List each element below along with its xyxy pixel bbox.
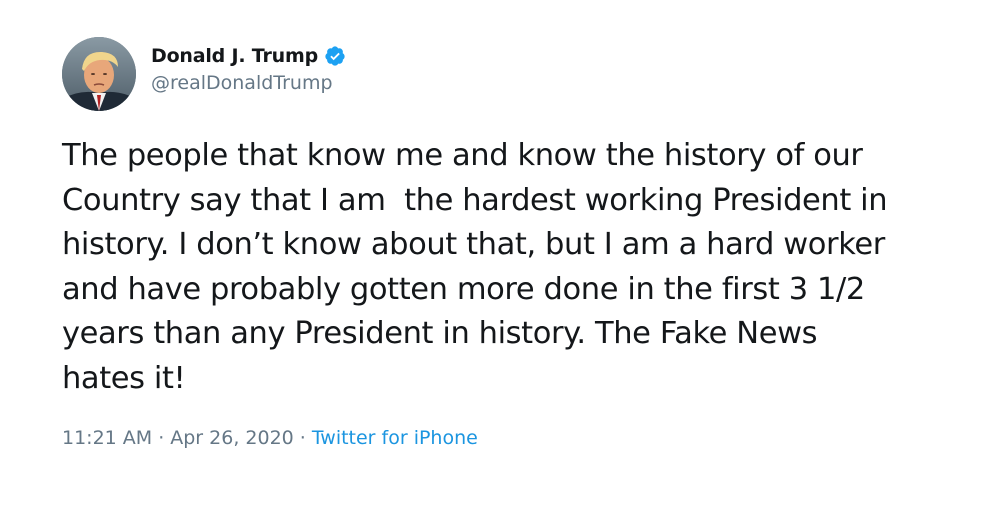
tweet-text: The people that know me and know the his…: [62, 138, 888, 396]
separator: ·: [158, 427, 165, 449]
user-info: Donald J. Trump @realDonaldTrump: [151, 42, 346, 94]
display-name[interactable]: Donald J. Trump: [151, 45, 318, 67]
tweet-source-link[interactable]: Twitter for iPhone: [312, 427, 478, 449]
user-handle[interactable]: @realDonaldTrump: [151, 72, 346, 94]
tweet-card: Donald J. Trump @realDonaldTrump The peo…: [0, 0, 1000, 505]
name-row: Donald J. Trump: [151, 42, 346, 70]
avatar[interactable]: [62, 37, 136, 111]
tweet-time[interactable]: 11:21 AM: [62, 427, 152, 449]
verified-badge-icon: [325, 46, 345, 66]
tweet-metadata: 11:21 AM · Apr 26, 2020 · Twitter for iP…: [62, 427, 478, 449]
tweet-date[interactable]: Apr 26, 2020: [170, 427, 294, 449]
avatar-photo: [62, 37, 136, 111]
separator: ·: [299, 427, 306, 449]
